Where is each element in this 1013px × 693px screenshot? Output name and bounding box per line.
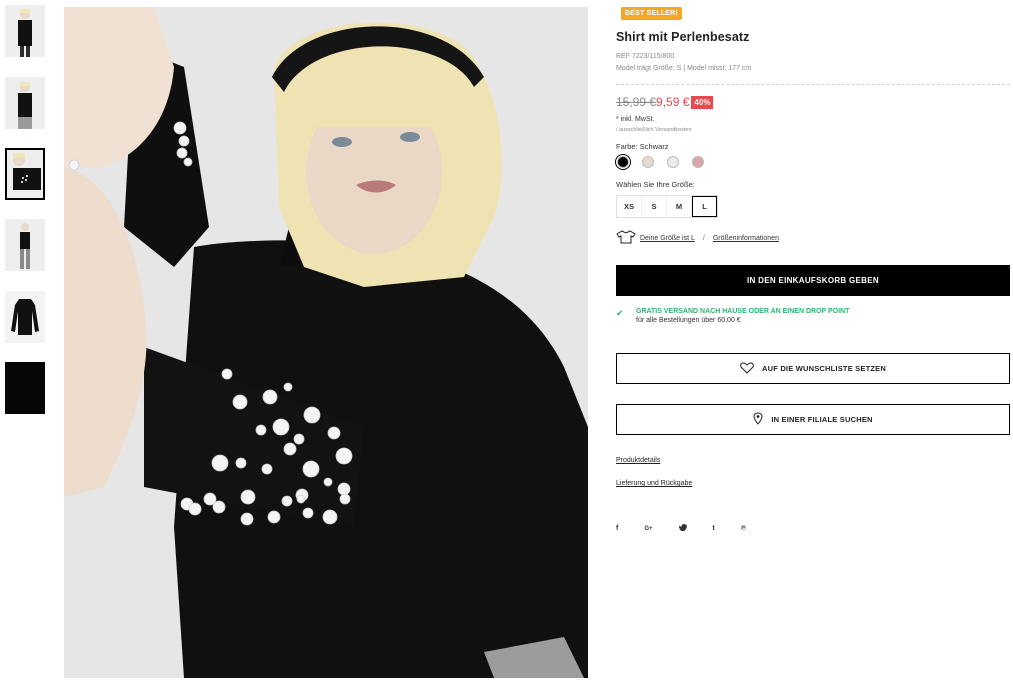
twitter-icon[interactable] <box>677 524 687 533</box>
size-option-s[interactable]: S <box>642 196 667 217</box>
color-label-text: Farbe: <box>616 142 638 151</box>
color-swatches <box>617 156 704 168</box>
old-price: 15,99 € <box>616 95 657 109</box>
social-share: f G+ t ℗ <box>616 524 746 533</box>
divider <box>616 84 1010 85</box>
tumblr-icon[interactable]: t <box>713 525 715 532</box>
thumbnail-3[interactable] <box>5 148 45 200</box>
thumbnail-4[interactable] <box>5 219 45 271</box>
thumbnail-1[interactable] <box>5 5 45 57</box>
discount-badge: 40% <box>691 95 714 109</box>
best-seller-badge: BEST SELLER! <box>621 7 682 20</box>
color-label: Farbe: Schwarz <box>616 142 669 151</box>
size-option-xs[interactable]: XS <box>617 196 642 217</box>
size-info-link[interactable]: Größeninformationen <box>713 235 779 242</box>
main-product-image[interactable] <box>64 7 588 678</box>
model-info: Model trägt Größe: S | Model misst: 177 … <box>616 65 752 72</box>
size-info-row: Deine Größe ist L / Größeninformationen <box>616 230 779 246</box>
color-value: Schwarz <box>639 142 669 151</box>
separator: / <box>702 234 705 242</box>
sale-price: 9,59 € <box>656 95 690 109</box>
size-option-m[interactable]: M <box>667 196 692 217</box>
heart-icon <box>740 361 762 376</box>
size-option-l[interactable]: L <box>692 196 717 217</box>
tax-note: * inkl. MwSt. <box>616 116 655 123</box>
tshirt-icon <box>616 230 636 246</box>
thumbnail-6[interactable] <box>5 362 45 414</box>
add-to-wishlist-button[interactable]: AUF DIE WUNSCHLISTE SETZEN <box>616 353 1010 384</box>
color-swatch-black[interactable] <box>617 156 629 168</box>
color-swatch-white[interactable] <box>667 156 679 168</box>
pinterest-icon[interactable]: ℗ <box>741 525 746 532</box>
wishlist-label: AUF DIE WUNSCHLISTE SETZEN <box>762 364 886 373</box>
free-shipping-subtitle: für alle Bestellungen über 60,00 € <box>636 317 741 324</box>
your-size-link[interactable]: Deine Größe ist L <box>640 235 695 242</box>
product-panel: BEST SELLER! Shirt mit Perlenbesatz REF … <box>616 0 1010 693</box>
find-in-store-label: IN EINER FILIALE SUCHEN <box>771 415 873 424</box>
add-to-cart-button[interactable]: IN DEN EINKAUFSKORB GEBEN <box>616 265 1010 296</box>
price-row: 15,99 € 9,59 € 40% <box>616 94 714 110</box>
product-details-link[interactable]: Produktdetails <box>616 457 660 464</box>
color-swatch-pink[interactable] <box>692 156 704 168</box>
product-title: Shirt mit Perlenbesatz <box>616 30 750 44</box>
location-pin-icon <box>753 412 771 427</box>
find-in-store-button[interactable]: IN EINER FILIALE SUCHEN <box>616 404 1010 435</box>
checkmark-icon: ✔ <box>616 308 624 318</box>
color-swatch-beige[interactable] <box>642 156 654 168</box>
shipping-cost-note: / ausschließlich Versandkosten <box>616 127 692 133</box>
product-reference: REF 7223/115/800 <box>616 53 675 60</box>
free-shipping-info: ✔ GRATIS VERSAND NACH HAUSE ODER AN EINE… <box>616 308 849 324</box>
google-plus-icon[interactable]: G+ <box>644 526 652 532</box>
thumbnail-2[interactable] <box>5 77 45 129</box>
size-selector: XS S M L <box>616 195 718 218</box>
free-shipping-title: GRATIS VERSAND NACH HAUSE ODER AN EINEN … <box>636 308 850 315</box>
delivery-returns-link[interactable]: Lieferung und Rückgabe <box>616 480 692 487</box>
thumbnail-5[interactable] <box>5 291 45 343</box>
size-label: Wählen Sie Ihre Größe: <box>616 180 695 189</box>
facebook-icon[interactable]: f <box>616 525 618 532</box>
